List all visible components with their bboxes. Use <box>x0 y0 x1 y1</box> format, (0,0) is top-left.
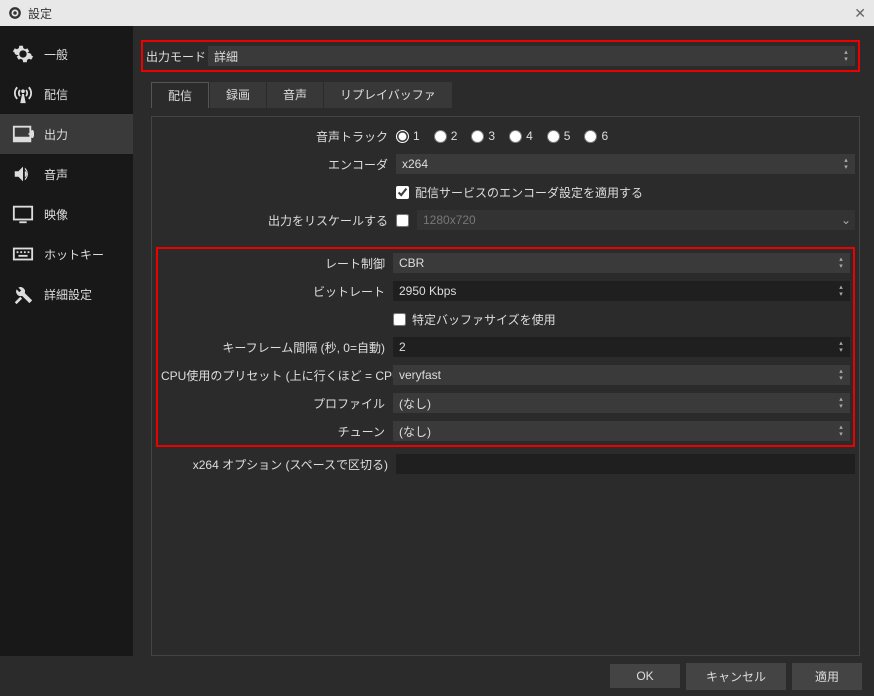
rescale-select: 1280x720 <box>417 210 855 230</box>
speaker-icon <box>12 163 34 185</box>
tab-stream[interactable]: 配信 <box>151 82 209 108</box>
audio-track-4[interactable]: 4 <box>509 129 533 143</box>
keyframe-label: キーフレーム間隔 (秒, 0=自動) <box>161 339 393 356</box>
encoder-settings-highlight: レート制御 CBR ビットレート 2950 Kbps 特定バッファサイズを使用 … <box>156 247 855 447</box>
output-icon <box>12 123 34 145</box>
custom-buffer-checkbox[interactable]: 特定バッファサイズを使用 <box>393 311 850 328</box>
audio-track-6[interactable]: 6 <box>584 129 608 143</box>
keyboard-icon <box>12 243 34 265</box>
audio-track-5[interactable]: 5 <box>547 129 571 143</box>
sidebar-label: 出力 <box>44 126 68 143</box>
bitrate-input[interactable]: 2950 Kbps <box>393 281 850 301</box>
sidebar-item-general[interactable]: 一般 <box>0 34 133 74</box>
apply-button[interactable]: 適用 <box>792 663 862 690</box>
tune-select[interactable]: (なし) <box>393 421 850 441</box>
rate-control-label: レート制御 <box>161 255 393 272</box>
sidebar-label: 一般 <box>44 46 68 63</box>
rescale-checkbox[interactable] <box>396 214 409 227</box>
tools-icon <box>12 283 34 305</box>
sidebar-item-hotkeys[interactable]: ホットキー <box>0 234 133 274</box>
sidebar-label: 詳細設定 <box>44 286 92 303</box>
antenna-icon <box>12 83 34 105</box>
encoder-label: エンコーダ <box>156 156 396 173</box>
audio-track-label: 音声トラック <box>156 128 396 145</box>
rescale-label: 出力をリスケールする <box>156 212 396 229</box>
sidebar-item-output[interactable]: 出力 <box>0 114 133 154</box>
sidebar-item-audio[interactable]: 音声 <box>0 154 133 194</box>
audio-track-3[interactable]: 3 <box>471 129 495 143</box>
bitrate-label: ビットレート <box>161 283 393 300</box>
rate-control-select[interactable]: CBR <box>393 253 850 273</box>
keyframe-input[interactable]: 2 <box>393 337 850 357</box>
app-icon <box>8 6 22 20</box>
profile-label: プロファイル <box>161 395 393 412</box>
close-icon[interactable]: ✕ <box>854 5 866 22</box>
sidebar-label: 音声 <box>44 166 68 183</box>
window-title: 設定 <box>28 5 52 22</box>
x264opts-label: x264 オプション (スペースで区切る) <box>156 456 396 473</box>
profile-select[interactable]: (なし) <box>393 393 850 413</box>
tabs: 配信 録画 音声 リプレイバッファ <box>151 82 860 108</box>
encoder-select[interactable]: x264 <box>396 154 855 174</box>
sidebar-label: 配信 <box>44 86 68 103</box>
titlebar: 設定 ✕ <box>0 0 874 26</box>
sidebar-item-video[interactable]: 映像 <box>0 194 133 234</box>
cancel-button[interactable]: キャンセル <box>686 663 786 690</box>
sidebar-item-stream[interactable]: 配信 <box>0 74 133 114</box>
output-mode-select[interactable]: 詳細 <box>208 46 855 66</box>
sidebar-item-advanced[interactable]: 詳細設定 <box>0 274 133 314</box>
sidebar-label: 映像 <box>44 206 68 223</box>
tab-content: 音声トラック 1 2 3 4 5 6 エンコーダ x264 配信サービスのエンコ… <box>151 116 860 656</box>
tune-label: チューン <box>161 423 393 440</box>
footer: OK キャンセル 適用 <box>0 656 874 696</box>
cpu-preset-label: CPU使用のプリセット (上に行くほど = CPU使用低い) <box>161 367 393 384</box>
x264opts-input[interactable] <box>396 454 855 474</box>
tab-audio[interactable]: 音声 <box>267 82 323 108</box>
tab-replay[interactable]: リプレイバッファ <box>324 82 452 108</box>
sidebar-label: ホットキー <box>44 246 104 263</box>
main-panel: 出力モード 詳細 配信 録画 音声 リプレイバッファ 音声トラック 1 2 3 <box>133 26 874 656</box>
audio-track-group: 1 2 3 4 5 6 <box>396 129 855 143</box>
cpu-preset-select[interactable]: veryfast <box>393 365 850 385</box>
audio-track-2[interactable]: 2 <box>434 129 458 143</box>
output-mode-label: 出力モード <box>146 48 208 65</box>
output-mode-highlight: 出力モード 詳細 <box>141 40 860 72</box>
monitor-icon <box>12 203 34 225</box>
ok-button[interactable]: OK <box>610 664 680 688</box>
sidebar: 一般 配信 出力 音声 映像 ホットキー 詳細設定 <box>0 26 133 656</box>
tab-record[interactable]: 録画 <box>210 82 266 108</box>
enforce-checkbox[interactable]: 配信サービスのエンコーダ設定を適用する <box>396 184 855 201</box>
audio-track-1[interactable]: 1 <box>396 129 420 143</box>
gear-icon <box>12 43 34 65</box>
